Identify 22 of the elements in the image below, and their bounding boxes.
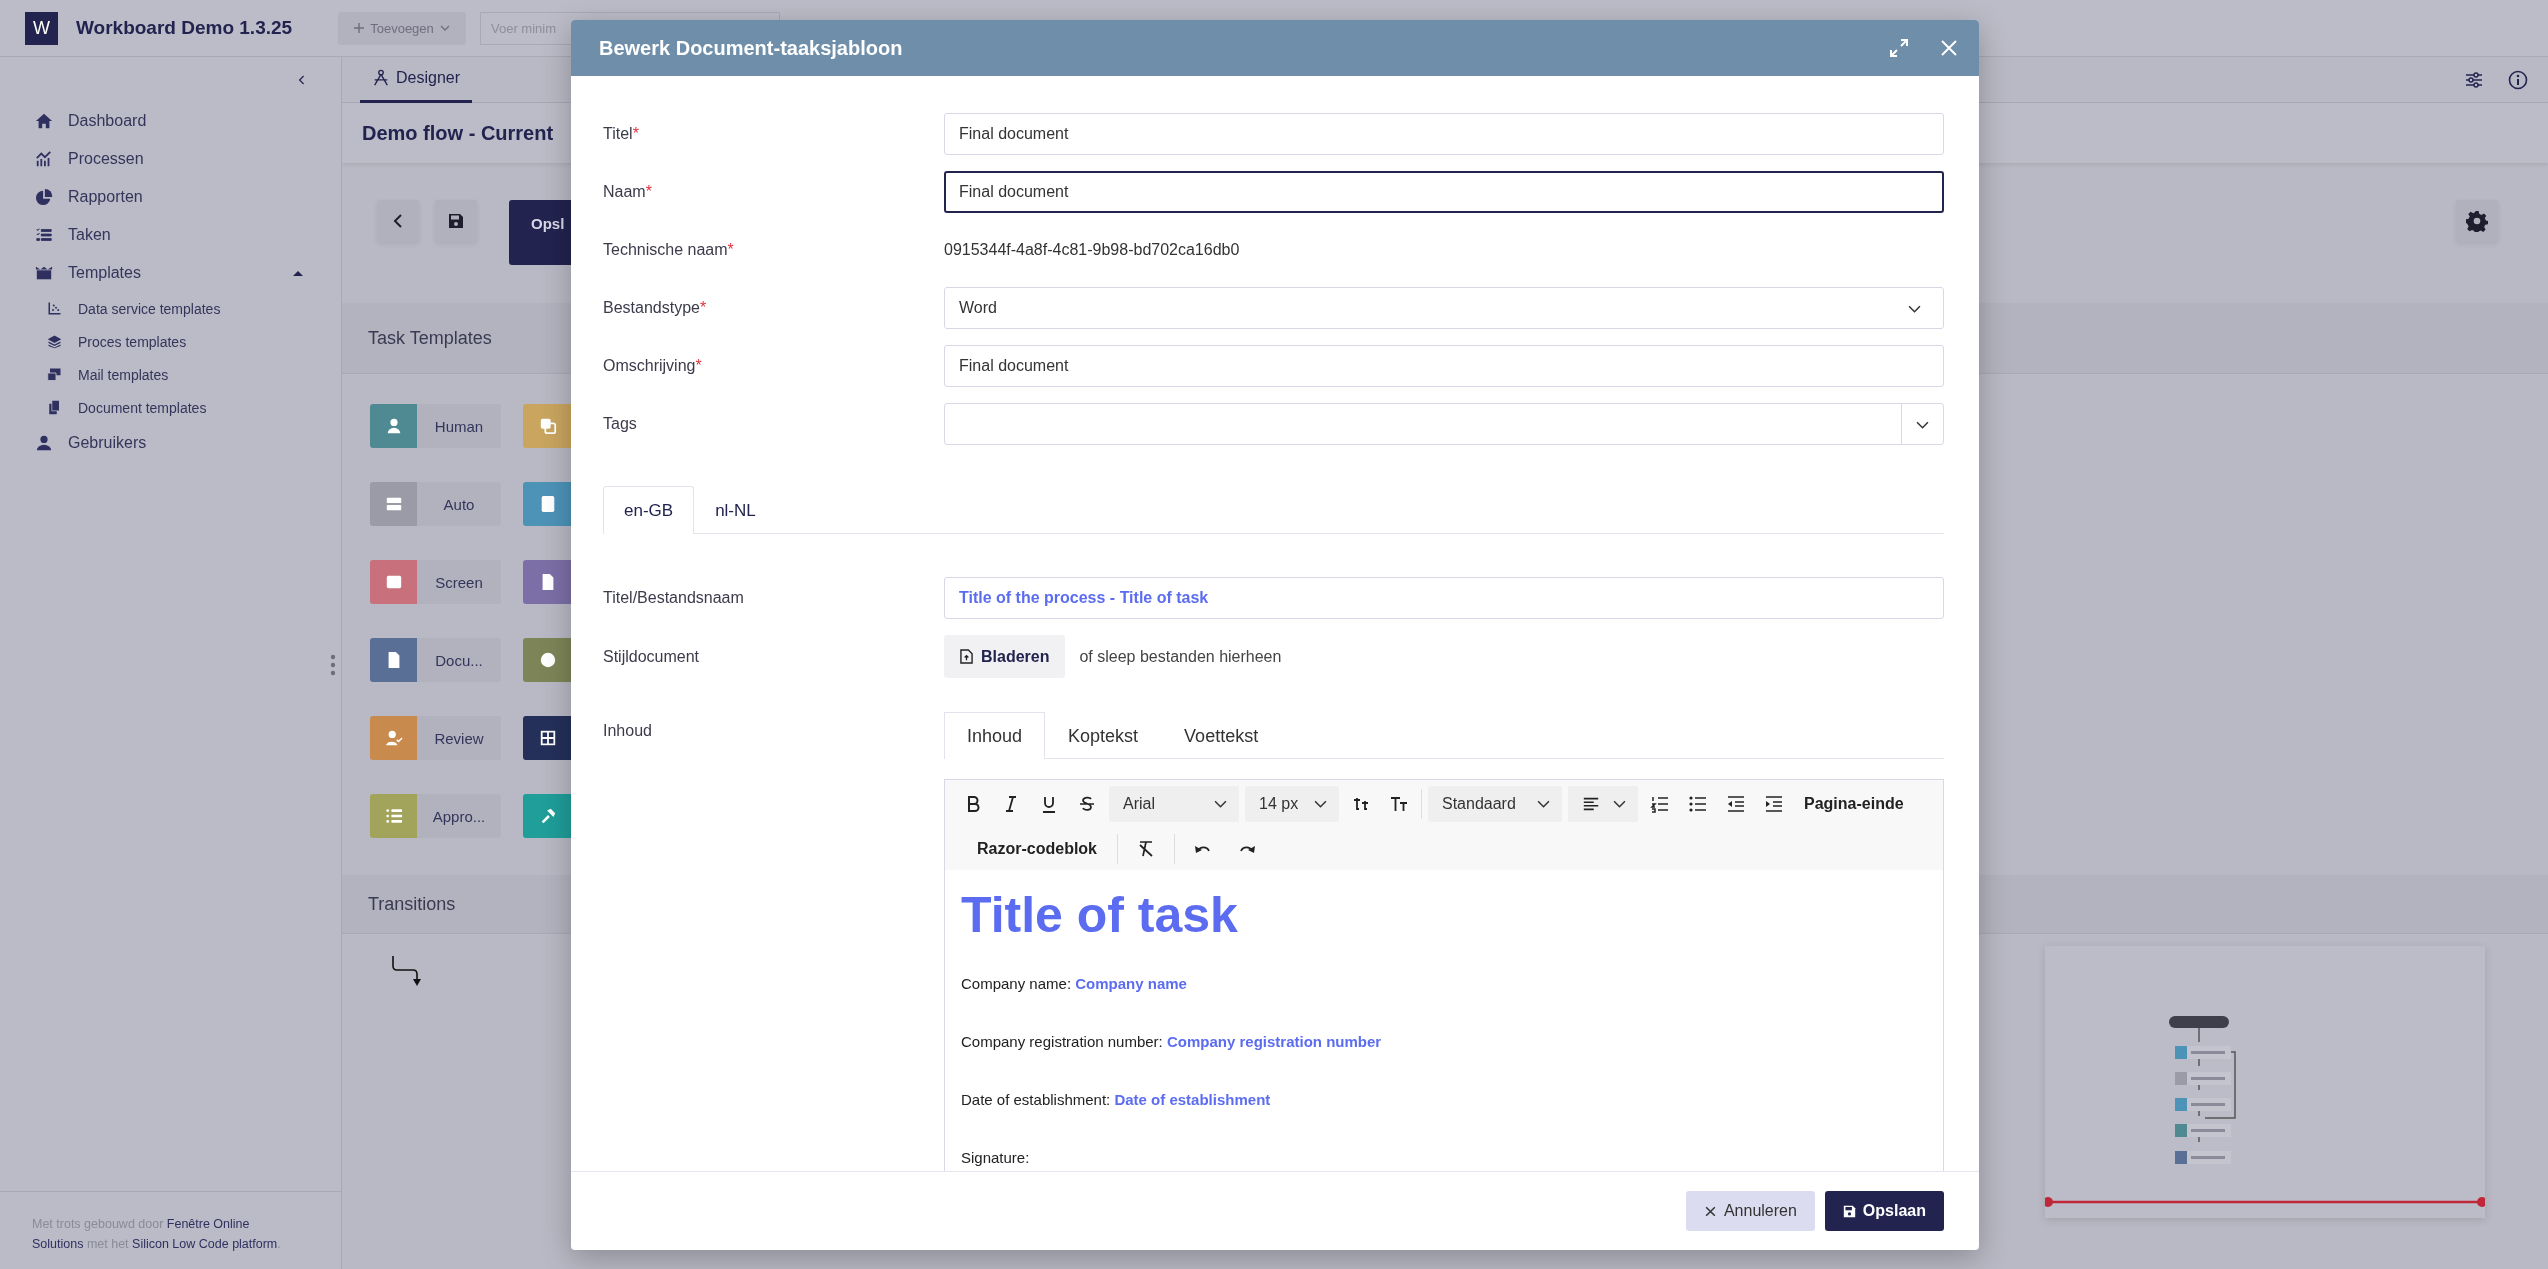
field-label: Bestandstype*	[603, 299, 708, 317]
section-title: Task Templates	[368, 327, 492, 349]
document-paragraph: Date of establishment: Date of establishment	[961, 1090, 1272, 1110]
field-label: Omschrijving*	[603, 357, 703, 375]
flow-title: Demo flow - Current	[362, 121, 554, 145]
field-label: Titel*	[603, 125, 640, 143]
document-paragraph: Company name: Company name	[961, 974, 1188, 994]
field-value: 0915344f-4a8f-4c81-9b98-bd702ca16db0	[944, 241, 1241, 259]
logo: W	[25, 11, 58, 45]
document-heading: Title of task	[961, 886, 1239, 945]
app-title: Workboard Demo 1.3.25	[76, 17, 294, 39]
drop-hint: of sleep bestanden hierheen	[1079, 647, 1282, 666]
field-label: Titel/Bestandsnaam	[603, 589, 745, 607]
document-paragraph: Company registration number: Company registration number	[961, 1032, 1383, 1052]
field-label: Technische naam*	[603, 241, 735, 259]
section-title: Transitions	[368, 893, 456, 915]
field-label: Stijldocument	[603, 647, 701, 666]
field-label: Naam*	[603, 183, 653, 201]
field-label: Tags	[603, 415, 638, 433]
dialog-title: Bewerk Document-taaksjabloon	[599, 36, 903, 60]
document-paragraph: Signature:	[961, 1148, 1031, 1168]
field-label: Inhoud	[603, 721, 653, 740]
